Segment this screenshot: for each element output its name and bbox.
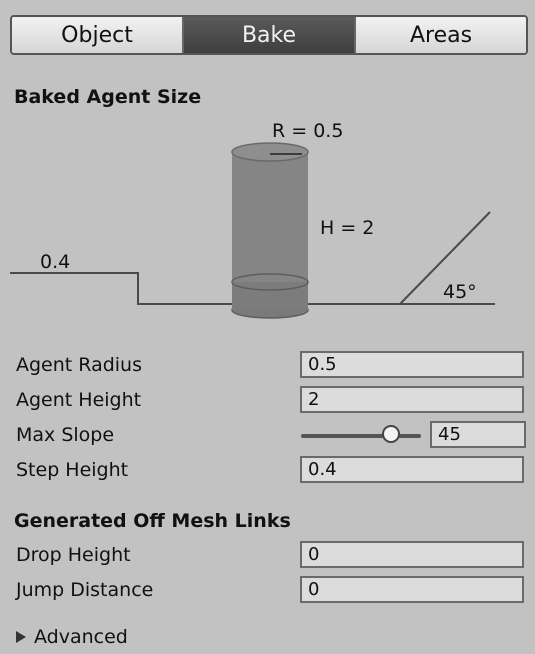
jump-distance-label: Jump Distance	[16, 579, 154, 601]
step-height-field[interactable]: 0.4	[300, 456, 524, 483]
max-slope-slider-thumb[interactable]	[382, 425, 400, 443]
agent-radius-field[interactable]: 0.5	[300, 351, 524, 378]
advanced-foldout[interactable]: Advanced	[16, 626, 128, 648]
agent-radius-label: Agent Radius	[16, 354, 142, 376]
jump-distance-field[interactable]: 0	[300, 576, 524, 603]
height-label: H = 2	[320, 217, 374, 239]
step-label: 0.4	[40, 251, 70, 273]
slope-label: 45°	[443, 281, 477, 303]
off-mesh-links-title: Generated Off Mesh Links	[14, 510, 291, 532]
jump-distance-row: Jump Distance 0	[14, 575, 528, 605]
tab-areas[interactable]: Areas	[356, 17, 526, 53]
max-slope-row: Max Slope 45	[14, 420, 528, 450]
max-slope-slider-track[interactable]	[301, 434, 421, 438]
advanced-label: Advanced	[34, 626, 128, 648]
radius-label: R = 0.5	[272, 120, 343, 142]
max-slope-field[interactable]: 45	[430, 421, 526, 448]
step-height-label: Step Height	[16, 459, 129, 481]
step-height-row: Step Height 0.4	[14, 455, 528, 485]
agent-cylinder-base	[232, 282, 308, 310]
tab-bake[interactable]: Bake	[184, 17, 356, 53]
agent-radius-row: Agent Radius 0.5	[14, 350, 528, 380]
foldout-triangle-icon	[16, 631, 26, 643]
drop-height-field[interactable]: 0	[300, 541, 524, 568]
agent-height-field[interactable]: 2	[300, 386, 524, 413]
agent-height-label: Agent Height	[16, 389, 142, 411]
agent-height-row: Agent Height 2	[14, 385, 528, 415]
drop-height-label: Drop Height	[16, 544, 131, 566]
agent-cylinder-top	[231, 142, 309, 162]
drop-height-row: Drop Height 0	[14, 540, 528, 570]
tab-object[interactable]: Object	[12, 17, 184, 53]
tab-bar: Object Bake Areas	[10, 15, 528, 55]
max-slope-label: Max Slope	[16, 424, 115, 446]
baked-agent-size-title: Baked Agent Size	[14, 86, 202, 108]
agent-size-diagram: R = 0.5 H = 2 0.4 45°	[10, 120, 495, 319]
ground-line	[10, 272, 400, 305]
